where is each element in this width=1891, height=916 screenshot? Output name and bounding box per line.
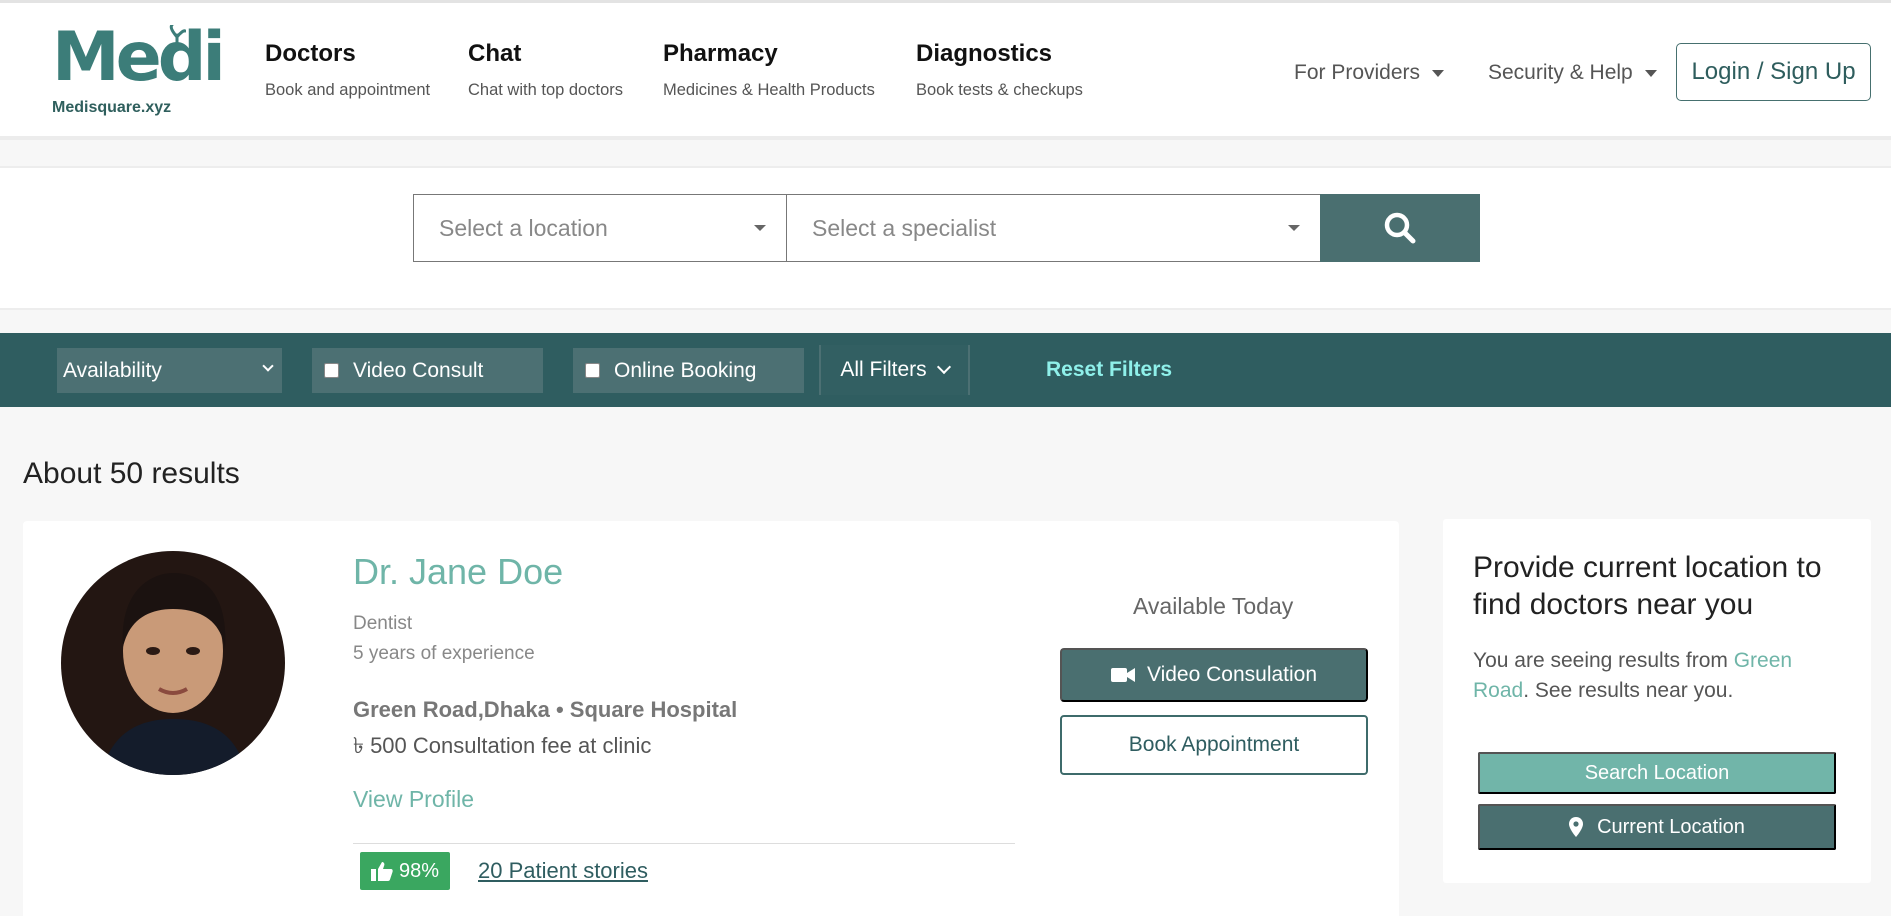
doctor-photo — [101, 573, 247, 775]
leaf-icon — [169, 25, 186, 51]
nav-chat[interactable]: Chat Chat with top doctors — [468, 39, 623, 100]
caret-down-icon — [1644, 69, 1657, 77]
all-filters-button[interactable]: All Filters — [819, 345, 970, 395]
site-header: Medi Medisquare.xyz Doctors Book and app… — [0, 3, 1891, 140]
search-icon — [1384, 212, 1416, 244]
availability-status: Available Today — [1133, 593, 1294, 619]
search-button[interactable] — [1320, 194, 1480, 262]
rating-value: 98% — [398, 859, 440, 882]
map-pin-icon — [1569, 817, 1584, 837]
nav-chat-title: Chat — [468, 40, 522, 67]
reset-filters-link[interactable]: Reset Filters — [1046, 358, 1172, 382]
thumbs-up-icon — [370, 862, 393, 881]
availability-label: Availability — [63, 358, 162, 382]
video-consult-label: Video Consult — [353, 358, 484, 382]
caret-down-icon — [1432, 69, 1445, 77]
for-providers-label: For Providers — [1294, 61, 1421, 84]
location-panel-title: Provide current location to find doctors… — [1473, 551, 1822, 621]
nav-pharmacy-subtitle: Medicines & Health Products — [663, 81, 875, 99]
divider — [353, 843, 1015, 844]
nav-diagnostics-subtitle: Book tests & checkups — [916, 81, 1083, 99]
nav-doctors-title: Doctors — [265, 40, 356, 67]
online-booking-filter[interactable]: Online Booking — [573, 348, 804, 393]
for-providers-dropdown[interactable]: For Providers — [1294, 61, 1445, 85]
video-consultation-label: Video Consulation — [1146, 663, 1318, 686]
specialist-select[interactable]: Select a specialist — [786, 194, 1321, 262]
video-consultation-button[interactable]: Video Consulation — [1060, 648, 1368, 702]
doctor-avatar — [61, 551, 285, 775]
filter-bar: Availability Video Consult Online Bookin… — [0, 333, 1891, 407]
online-booking-checkbox[interactable] — [585, 363, 600, 378]
location-text-prefix: You are seeing results from — [1473, 649, 1734, 672]
logo-subtext: Medisquare.xyz — [52, 99, 172, 116]
doctor-card: Dr. Jane Doe Dentist 5 years of experien… — [23, 521, 1399, 916]
consultation-fee: ৳ 500 Consultation fee at clinic — [353, 733, 652, 758]
video-camera-icon — [1110, 668, 1135, 682]
location-panel: Provide current location to find doctors… — [1443, 519, 1871, 883]
book-appointment-button[interactable]: Book Appointment — [1060, 715, 1368, 775]
nav-pharmacy[interactable]: Pharmacy Medicines & Health Products — [663, 39, 875, 100]
specialist-placeholder: Select a specialist — [812, 214, 997, 241]
login-signup-button[interactable]: Login / Sign Up — [1676, 43, 1871, 101]
doctor-name[interactable]: Dr. Jane Doe — [353, 551, 563, 593]
logo[interactable]: Medi Medisquare.xyz — [52, 23, 226, 123]
logo-mark: Medi — [52, 18, 226, 97]
nav-doctors-subtitle: Book and appointment — [265, 81, 431, 99]
results-count: About 50 results — [23, 457, 240, 490]
patient-stories-link[interactable]: 20 Patient stories — [478, 858, 648, 884]
doctor-specialty: Dentist — [353, 613, 413, 634]
security-help-dropdown[interactable]: Security & Help — [1488, 61, 1657, 85]
doctor-location: Green Road,Dhaka • Square Hospital — [353, 697, 738, 722]
all-filters-label: All Filters — [840, 358, 927, 381]
view-profile-link[interactable]: View Profile — [353, 786, 474, 813]
nav-diagnostics[interactable]: Diagnostics Book tests & checkups — [916, 39, 1083, 100]
current-location-button[interactable]: Current Location — [1478, 804, 1836, 850]
security-help-label: Security & Help — [1488, 61, 1633, 84]
chevron-down-icon — [936, 359, 951, 375]
video-consult-checkbox[interactable] — [324, 363, 339, 378]
nav-chat-subtitle: Chat with top doctors — [468, 81, 623, 99]
availability-select[interactable]: Availability — [57, 348, 282, 393]
video-consult-filter[interactable]: Video Consult — [312, 348, 543, 393]
caret-down-icon — [1288, 225, 1300, 231]
caret-down-icon — [754, 225, 766, 231]
nav-pharmacy-title: Pharmacy — [663, 40, 778, 67]
nav-doctors[interactable]: Doctors Book and appointment — [265, 39, 430, 100]
location-placeholder: Select a location — [439, 214, 608, 241]
search-bar: Select a location Select a specialist — [0, 166, 1891, 310]
location-select[interactable]: Select a location — [413, 194, 787, 262]
doctor-experience: 5 years of experience — [353, 643, 535, 664]
rating-badge: 98% — [360, 852, 450, 890]
online-booking-label: Online Booking — [614, 358, 757, 382]
nav-diagnostics-title: Diagnostics — [916, 40, 1053, 67]
current-location-label: Current Location — [1597, 815, 1745, 838]
location-panel-text: You are seeing results from Green Road. … — [1473, 646, 1843, 706]
search-location-button[interactable]: Search Location — [1478, 752, 1836, 794]
location-text-suffix: . See results near you. — [1523, 679, 1734, 702]
chevron-down-icon — [262, 360, 274, 372]
